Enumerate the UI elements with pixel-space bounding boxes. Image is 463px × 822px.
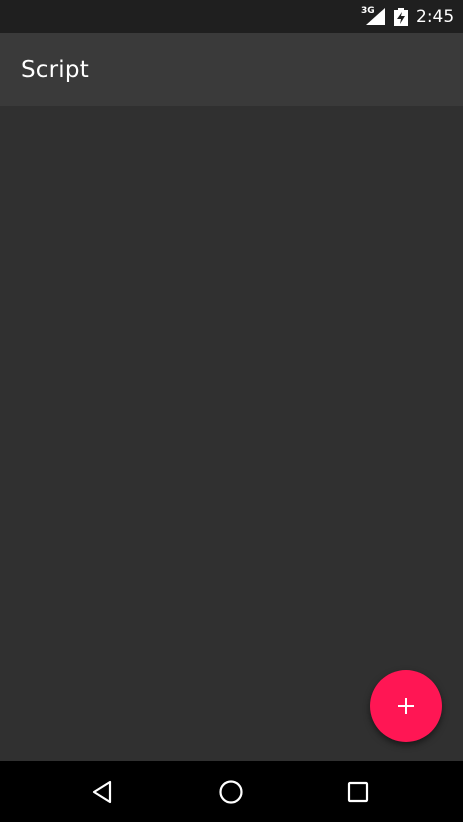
back-button[interactable] xyxy=(82,775,122,809)
home-button[interactable] xyxy=(211,775,251,809)
toolbar-title: Script xyxy=(21,57,89,83)
battery-charging-icon xyxy=(394,8,408,26)
main-content xyxy=(0,106,463,761)
back-icon xyxy=(92,780,112,804)
system-nav-bar xyxy=(0,761,463,822)
recents-button[interactable] xyxy=(338,775,378,809)
add-button[interactable] xyxy=(370,670,442,742)
app-toolbar: Script xyxy=(0,33,463,106)
home-icon xyxy=(219,780,243,804)
app-screen: 3G 2:45 Script xyxy=(0,0,463,822)
status-bar: 3G 2:45 xyxy=(0,0,463,33)
recents-icon xyxy=(347,781,369,803)
plus-icon xyxy=(398,698,414,714)
signal-icon xyxy=(366,8,385,25)
status-clock: 2:45 xyxy=(416,7,455,27)
